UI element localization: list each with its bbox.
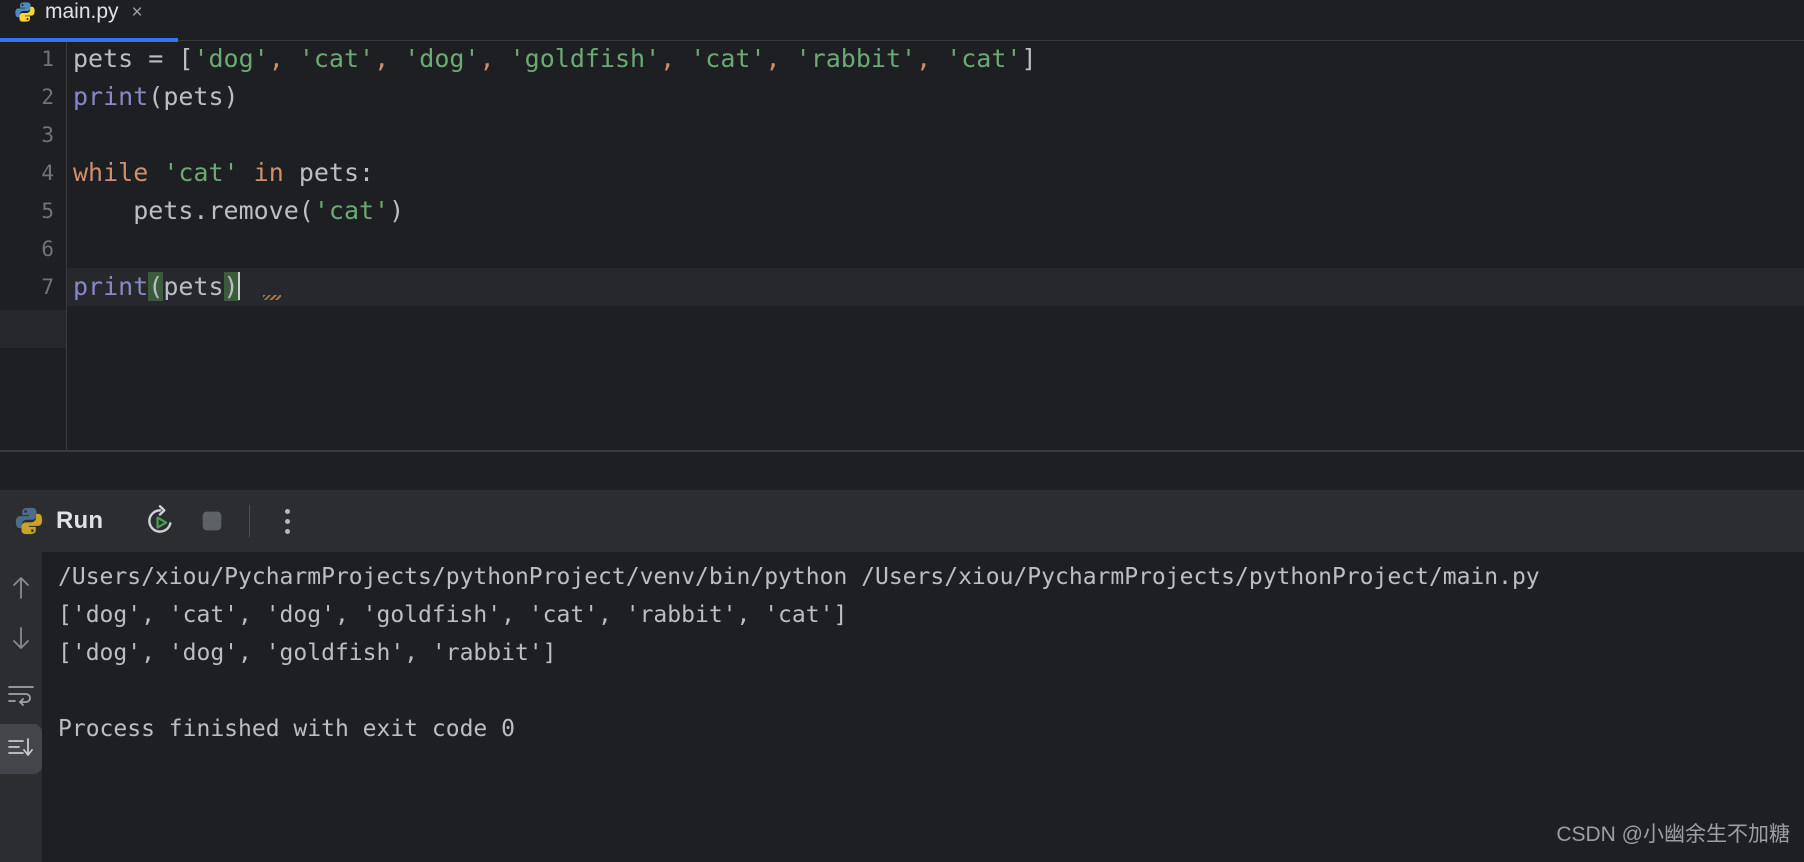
code-editor[interactable]: 1 2 3 4 5 6 7 pets = ['dog', 'cat', 'dog', 'go…: [0, 42, 1804, 450]
text-caret: [237, 272, 240, 300]
console-gutter: [0, 552, 42, 862]
line-number: 2: [41, 85, 54, 109]
console-line: Process finished with exit code 0: [58, 716, 515, 742]
line-number: 5: [41, 199, 54, 223]
rerun-icon[interactable]: [137, 498, 183, 544]
code-line[interactable]: [67, 116, 73, 154]
stop-icon[interactable]: [189, 498, 235, 544]
line-number: 6: [41, 237, 54, 261]
run-window-title: Run: [56, 507, 104, 534]
console-output: /Users/xiou/PycharmProjects/pythonProjec…: [58, 552, 1804, 862]
error-squiggle: [263, 295, 281, 300]
scroll-down-icon[interactable]: [0, 614, 42, 664]
scroll-to-end-icon[interactable]: [0, 724, 42, 774]
caret-row-highlight: [0, 310, 66, 348]
editor-bottom-spacer: [0, 452, 1804, 490]
line-number: 7: [41, 275, 54, 299]
editor-tab-bar: main.py ×: [0, 0, 1804, 42]
editor-gutter: 1 2 3 4 5 6 7: [0, 42, 66, 450]
toolbar-separator: [249, 505, 251, 537]
console-line: ['dog', 'dog', 'goldfish', 'rabbit']: [58, 640, 557, 666]
scroll-up-icon[interactable]: [0, 562, 42, 612]
console-line: ['dog', 'cat', 'dog', 'goldfish', 'cat',…: [58, 602, 848, 628]
run-tool-window: Run /Users/xiou/PycharmProjects/pythonPr…: [0, 490, 1804, 862]
code-line[interactable]: while 'cat' in pets:: [67, 154, 374, 192]
python-file-icon: [14, 1, 36, 23]
line-number: 4: [41, 161, 54, 185]
run-console[interactable]: /Users/xiou/PycharmProjects/pythonProjec…: [0, 552, 1804, 862]
line-number: 3: [41, 123, 54, 147]
watermark: CSDN @小幽余生不加糖: [1556, 823, 1790, 846]
close-icon[interactable]: ×: [132, 3, 143, 22]
editor-tab-main-py[interactable]: main.py ×: [0, 0, 161, 38]
code-content[interactable]: pets = ['dog', 'cat', 'dog', 'goldfish',…: [67, 42, 1804, 450]
soft-wrap-icon[interactable]: [0, 670, 42, 720]
code-line[interactable]: [67, 230, 73, 268]
python-icon: [14, 506, 44, 536]
caret-row-highlight: [67, 268, 1804, 306]
code-line[interactable]: print(pets): [67, 78, 239, 116]
code-line[interactable]: print(pets): [67, 268, 240, 306]
code-line[interactable]: pets.remove('cat'): [67, 192, 404, 230]
run-toolbar: Run: [0, 490, 1804, 552]
code-line[interactable]: pets = ['dog', 'cat', 'dog', 'goldfish',…: [67, 40, 1037, 78]
console-line: /Users/xiou/PycharmProjects/pythonProjec…: [58, 564, 1540, 590]
editor-tab-label: main.py: [45, 0, 119, 23]
more-options-icon[interactable]: [264, 498, 310, 544]
pycharm-window: main.py × 1 2 3 4 5 6 7 pets = ['dog', 'cat', …: [0, 0, 1804, 862]
line-number: 1: [41, 47, 54, 71]
